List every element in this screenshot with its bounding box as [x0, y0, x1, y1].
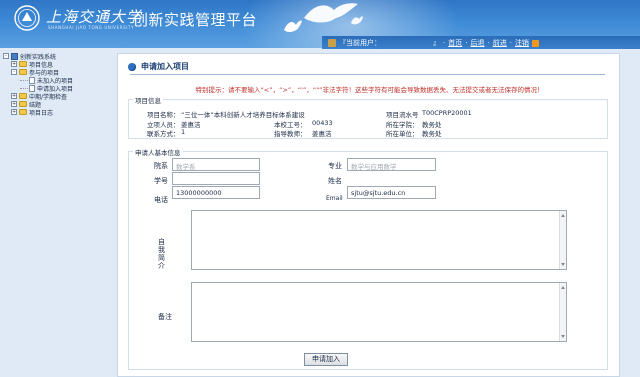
scroll-up-icon[interactable]	[561, 214, 565, 217]
title-divider	[130, 74, 605, 75]
apply-join-button[interactable]: 申请加入	[304, 353, 348, 366]
student-id-label: 学号	[154, 177, 168, 185]
intro-label: 自我简介	[158, 238, 165, 270]
warning-message: 特别提示：请不要输入“<”，“>”，“'”，“"”非法字符！这些字符有可能会导致…	[195, 86, 544, 94]
tree-item-label: 项目日志	[29, 109, 54, 117]
project-info-section: 项目信息 项目名称： “三位一体”本科创新人才培养目标体系建设 项目流水号 T0…	[128, 95, 608, 139]
page-icon	[29, 84, 35, 92]
tree-item-project-log[interactable]: + 项目日志	[11, 108, 54, 117]
bullet-icon	[128, 62, 136, 71]
expand-icon[interactable]: +	[11, 109, 17, 115]
sidebar-tree: - 创新实践系统 + 项目信息 - 参与的项目 未加入的项目 申请加入项目 + …	[0, 48, 112, 377]
dove-icon	[351, 16, 363, 25]
advisor-value: 姜惠洁	[312, 130, 332, 138]
contact-label: 联系方式：	[147, 130, 180, 138]
student-id-input[interactable]	[172, 172, 260, 185]
rss-icon	[531, 39, 539, 47]
scrollbar[interactable]	[559, 211, 566, 269]
intro-textarea[interactable]	[191, 210, 567, 270]
user-icon	[328, 39, 336, 47]
remark-label: 备注	[158, 313, 172, 321]
scrollbar[interactable]	[559, 283, 566, 341]
system-icon	[11, 52, 18, 60]
scroll-up-icon[interactable]	[561, 286, 565, 289]
scroll-down-icon[interactable]	[561, 263, 565, 266]
university-name-en: SHANGHAI JIAO TONG UNIVERSITY	[48, 25, 135, 30]
dept-input[interactable]: 数学系	[172, 158, 260, 171]
email-input[interactable]: sjtu@sjtu.edu.cn	[347, 186, 436, 199]
expand-icon[interactable]: +	[11, 61, 17, 67]
unit-value: 教务处	[422, 130, 442, 138]
university-logo-icon	[14, 5, 40, 31]
section-legend: 申请人基本信息	[133, 147, 183, 157]
logout-link[interactable]: 注销	[515, 38, 529, 48]
nav-strip: 『当前用户： 』 · 首页 · 后退 · 前进 · 注销	[0, 34, 640, 49]
remark-textarea[interactable]	[191, 282, 567, 342]
current-user-label: 『当前用户：	[339, 39, 381, 47]
section-legend: 项目信息	[133, 95, 163, 105]
unit-label: 所在单位：	[386, 130, 419, 138]
name-label: 姓名	[328, 177, 342, 185]
back-link[interactable]: 后退	[470, 38, 484, 48]
collapse-icon[interactable]: -	[3, 53, 9, 59]
major-label: 专业	[328, 162, 342, 170]
staff-id-value: 00433	[312, 119, 333, 127]
serial-label: 项目流水号	[386, 111, 419, 119]
advisor-label: 指导教师：	[274, 130, 307, 138]
page-title: 申请加入项目	[141, 62, 189, 71]
nav-links: 『当前用户： 』 · 首页 · 后退 · 前进 · 注销	[328, 38, 539, 48]
major-input[interactable]: 数学与应用数学	[347, 158, 436, 171]
main-panel: 申请加入项目 特别提示：请不要输入“<”，“>”，“'”，“"”非法字符！这些字…	[117, 53, 620, 377]
collapse-icon[interactable]: -	[11, 69, 17, 75]
folder-icon	[19, 101, 27, 107]
phone-label: 电话	[154, 196, 168, 204]
email-label: Email	[326, 195, 343, 202]
folder-icon	[19, 61, 27, 67]
expand-icon[interactable]: +	[11, 93, 17, 99]
university-name: 上海交通大学	[46, 8, 143, 26]
folder-icon	[19, 93, 27, 99]
page-icon	[29, 76, 35, 84]
project-name-label: 项目名称：	[147, 111, 180, 119]
folder-open-icon	[19, 69, 27, 75]
current-user-close: 』	[433, 39, 440, 47]
dept-label: 院系	[154, 162, 168, 170]
scroll-down-icon[interactable]	[561, 335, 565, 338]
dove-icon	[284, 20, 302, 33]
home-link[interactable]: 首页	[448, 38, 462, 48]
contact-value: 1	[181, 128, 186, 136]
folder-icon	[19, 109, 27, 115]
expand-icon[interactable]: +	[11, 101, 17, 107]
forward-link[interactable]: 前进	[493, 38, 507, 48]
system-title: 创新实践管理平台	[133, 11, 258, 29]
project-name-value: “三位一体”本科创新人才培养目标体系建设	[181, 111, 305, 119]
page-title-row: 申请加入项目	[128, 61, 189, 72]
phone-input[interactable]: 13000000000	[172, 186, 260, 199]
serial-value: T00CPRP20001	[422, 109, 472, 117]
